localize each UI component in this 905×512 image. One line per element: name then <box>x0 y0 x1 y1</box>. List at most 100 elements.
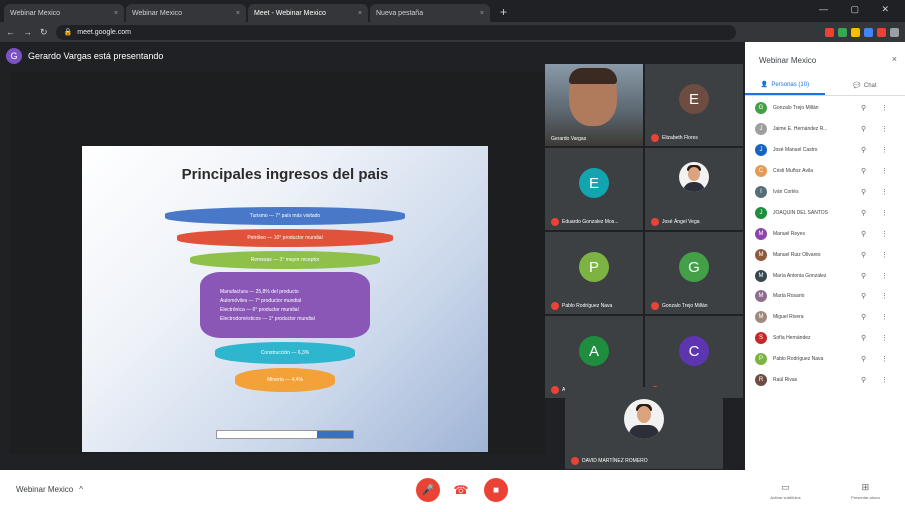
more-options-icon[interactable]: ⋮ <box>881 188 888 196</box>
funnel-band-text: Electrodomésticos — 1° productor mundial <box>220 315 315 322</box>
profile-icon[interactable] <box>890 27 899 37</box>
participant-tile[interactable]: Gerardo Vargas <box>545 64 643 146</box>
list-item[interactable]: C Cristi Muñoz Ávila ⚲ ⋮ <box>745 161 905 182</box>
meeting-details-button[interactable]: Webinar Mexico ^ <box>16 485 83 494</box>
more-options-icon[interactable]: ⋮ <box>881 313 888 321</box>
new-tab-icon[interactable]: + <box>500 5 507 19</box>
pin-icon[interactable]: ⚲ <box>861 251 875 259</box>
reload-icon[interactable]: ↻ <box>40 27 48 38</box>
list-item[interactable]: M Marta Rosario ⚲ ⋮ <box>745 286 905 307</box>
pin-icon[interactable]: ⚲ <box>861 125 875 133</box>
list-item[interactable]: M María Antonia Gonzalez ⚲ ⋮ <box>745 265 905 286</box>
more-options-icon[interactable]: ⋮ <box>881 251 888 259</box>
extension-icon[interactable] <box>864 27 873 37</box>
pin-icon[interactable]: ⚲ <box>861 313 875 321</box>
browser-tab[interactable]: Webinar Mexico × <box>4 4 124 22</box>
participant-tile[interactable]: José Ángel Vega <box>645 148 743 230</box>
mic-toggle-button[interactable]: 🎤 <box>416 478 440 502</box>
pin-icon[interactable]: ⚲ <box>861 209 875 217</box>
more-options-icon[interactable]: ⋮ <box>881 272 888 280</box>
list-item[interactable]: G Gonzalo Trejo Millán ⚲ ⋮ <box>745 98 905 119</box>
list-item[interactable]: I Iván Cortés ⚲ ⋮ <box>745 182 905 203</box>
panel-tabs: 👤 Personas (10) 💬 Chat <box>745 76 905 96</box>
forward-icon[interactable]: → <box>23 27 32 37</box>
camera-toggle-button[interactable]: ■ <box>484 478 508 502</box>
list-item[interactable]: S Sofía Hernández ⚲ ⋮ <box>745 328 905 349</box>
avatar: E <box>579 168 609 198</box>
pin-icon[interactable]: ⚲ <box>861 167 875 175</box>
extension-icon[interactable] <box>877 27 886 37</box>
avatar: P <box>755 353 767 366</box>
participant-tile[interactable]: E Elizabeth Flores <box>645 64 743 146</box>
lock-icon: 🔒 <box>63 29 73 36</box>
browser-tab[interactable]: Nueva pestaña × <box>370 4 490 22</box>
more-options-icon[interactable]: ⋮ <box>881 376 888 384</box>
more-options-icon[interactable]: ⋮ <box>881 292 888 300</box>
list-item[interactable]: M Manuel Ruiz Olivares ⚲ ⋮ <box>745 244 905 265</box>
list-item[interactable]: M Miguel Rivera ⚲ ⋮ <box>745 307 905 328</box>
hang-up-icon: ☎ <box>453 483 469 497</box>
participant-label: José Ángel Vega <box>651 218 700 226</box>
list-item[interactable]: J Jaime E. Hernández R... ⚲ ⋮ <box>745 119 905 140</box>
participant-name: Elizabeth Flores <box>662 135 698 141</box>
close-tab-icon[interactable]: × <box>114 10 118 17</box>
pin-icon[interactable]: ⚲ <box>861 272 875 280</box>
close-tab-icon[interactable]: × <box>236 10 240 17</box>
pin-icon[interactable]: ⚲ <box>861 146 875 154</box>
mic-off-icon <box>651 302 659 310</box>
pin-icon[interactable]: ⚲ <box>861 376 875 384</box>
more-options-icon[interactable]: ⋮ <box>881 209 888 217</box>
funnel-band-text: Manufactura — 25,8% del producto <box>220 288 299 295</box>
more-options-icon[interactable]: ⋮ <box>881 355 888 363</box>
pin-icon[interactable]: ⚲ <box>861 104 875 112</box>
leave-call-button[interactable]: ☎ <box>450 478 472 502</box>
captions-button[interactable]: ▭ Activar subtítulos <box>770 482 800 500</box>
participant-tile[interactable]: G Gonzalo Trejo Millán <box>645 232 743 314</box>
pin-icon[interactable]: ⚲ <box>861 188 875 196</box>
url-field[interactable]: 🔒 meet.google.com <box>55 24 736 40</box>
close-tab-icon[interactable]: × <box>480 10 484 17</box>
tab-label: Webinar Mexico <box>132 9 183 17</box>
list-item[interactable]: J JOAQUÍN DEL SANTOS ⚲ ⋮ <box>745 202 905 223</box>
slide-source-bar <box>216 430 354 439</box>
list-item[interactable]: R Raúl Rivas ⚲ ⋮ <box>745 370 905 391</box>
participant-tile[interactable]: P Pablo Rodríguez Nava <box>545 232 643 314</box>
present-now-button[interactable]: ⊞ Presentar ahora <box>851 482 880 500</box>
pin-icon[interactable]: ⚲ <box>861 355 875 363</box>
funnel-band: Petróleo — 10° productor mundial <box>177 229 393 247</box>
participant-name: Sofía Hernández <box>773 335 811 342</box>
browser-tab[interactable]: Webinar Mexico × <box>126 4 246 22</box>
chevron-up-icon: ^ <box>79 485 83 494</box>
window-controls[interactable]: — ▢ ✕ <box>819 4 899 15</box>
funnel-band-text: Electrónica — 6° productor mundial <box>220 306 299 313</box>
extension-icon[interactable] <box>851 27 860 37</box>
self-video-tile[interactable]: DAVID MARTÍNEZ ROMERO <box>565 387 723 469</box>
pin-icon[interactable]: ⚲ <box>861 292 875 300</box>
extension-icon[interactable] <box>838 27 847 37</box>
close-icon[interactable]: × <box>892 54 897 64</box>
browser-tab[interactable]: Meet - Webinar Mexico × <box>248 4 368 22</box>
pin-icon[interactable]: ⚲ <box>861 230 875 238</box>
more-options-icon[interactable]: ⋮ <box>881 167 888 175</box>
more-options-icon[interactable]: ⋮ <box>881 125 888 133</box>
funnel-band: Remesas — 3° mayor receptor <box>190 251 380 269</box>
more-options-icon[interactable]: ⋮ <box>881 146 888 154</box>
back-icon[interactable]: ← <box>6 27 15 37</box>
list-item[interactable]: P Pablo Rodríguez Nava ⚲ ⋮ <box>745 349 905 370</box>
extension-icon[interactable] <box>825 27 834 37</box>
list-item[interactable]: M Manuel Reyes ⚲ ⋮ <box>745 223 905 244</box>
tab-people[interactable]: 👤 Personas (10) <box>745 76 825 95</box>
more-options-icon[interactable]: ⋮ <box>881 104 888 112</box>
list-item[interactable]: J José Manuel Castro ⚲ ⋮ <box>745 140 905 161</box>
more-options-icon[interactable]: ⋮ <box>881 230 888 238</box>
participant-name: JOAQUÍN DEL SANTOS <box>773 209 829 216</box>
participant-tile[interactable]: AAna Gómez <box>545 316 643 398</box>
tab-label: Personas (10) <box>771 81 810 88</box>
more-options-icon[interactable]: ⋮ <box>881 334 888 342</box>
pin-icon[interactable]: ⚲ <box>861 334 875 342</box>
close-tab-icon[interactable]: × <box>358 10 362 17</box>
participant-tile[interactable]: E Eduardo Gonzalez Mos... <box>545 148 643 230</box>
people-panel: Webinar Mexico × 👤 Personas (10) 💬 Chat … <box>745 42 905 512</box>
participant-tile[interactable]: CCarlos Suárez <box>645 316 743 398</box>
tab-chat[interactable]: 💬 Chat <box>825 76 905 95</box>
